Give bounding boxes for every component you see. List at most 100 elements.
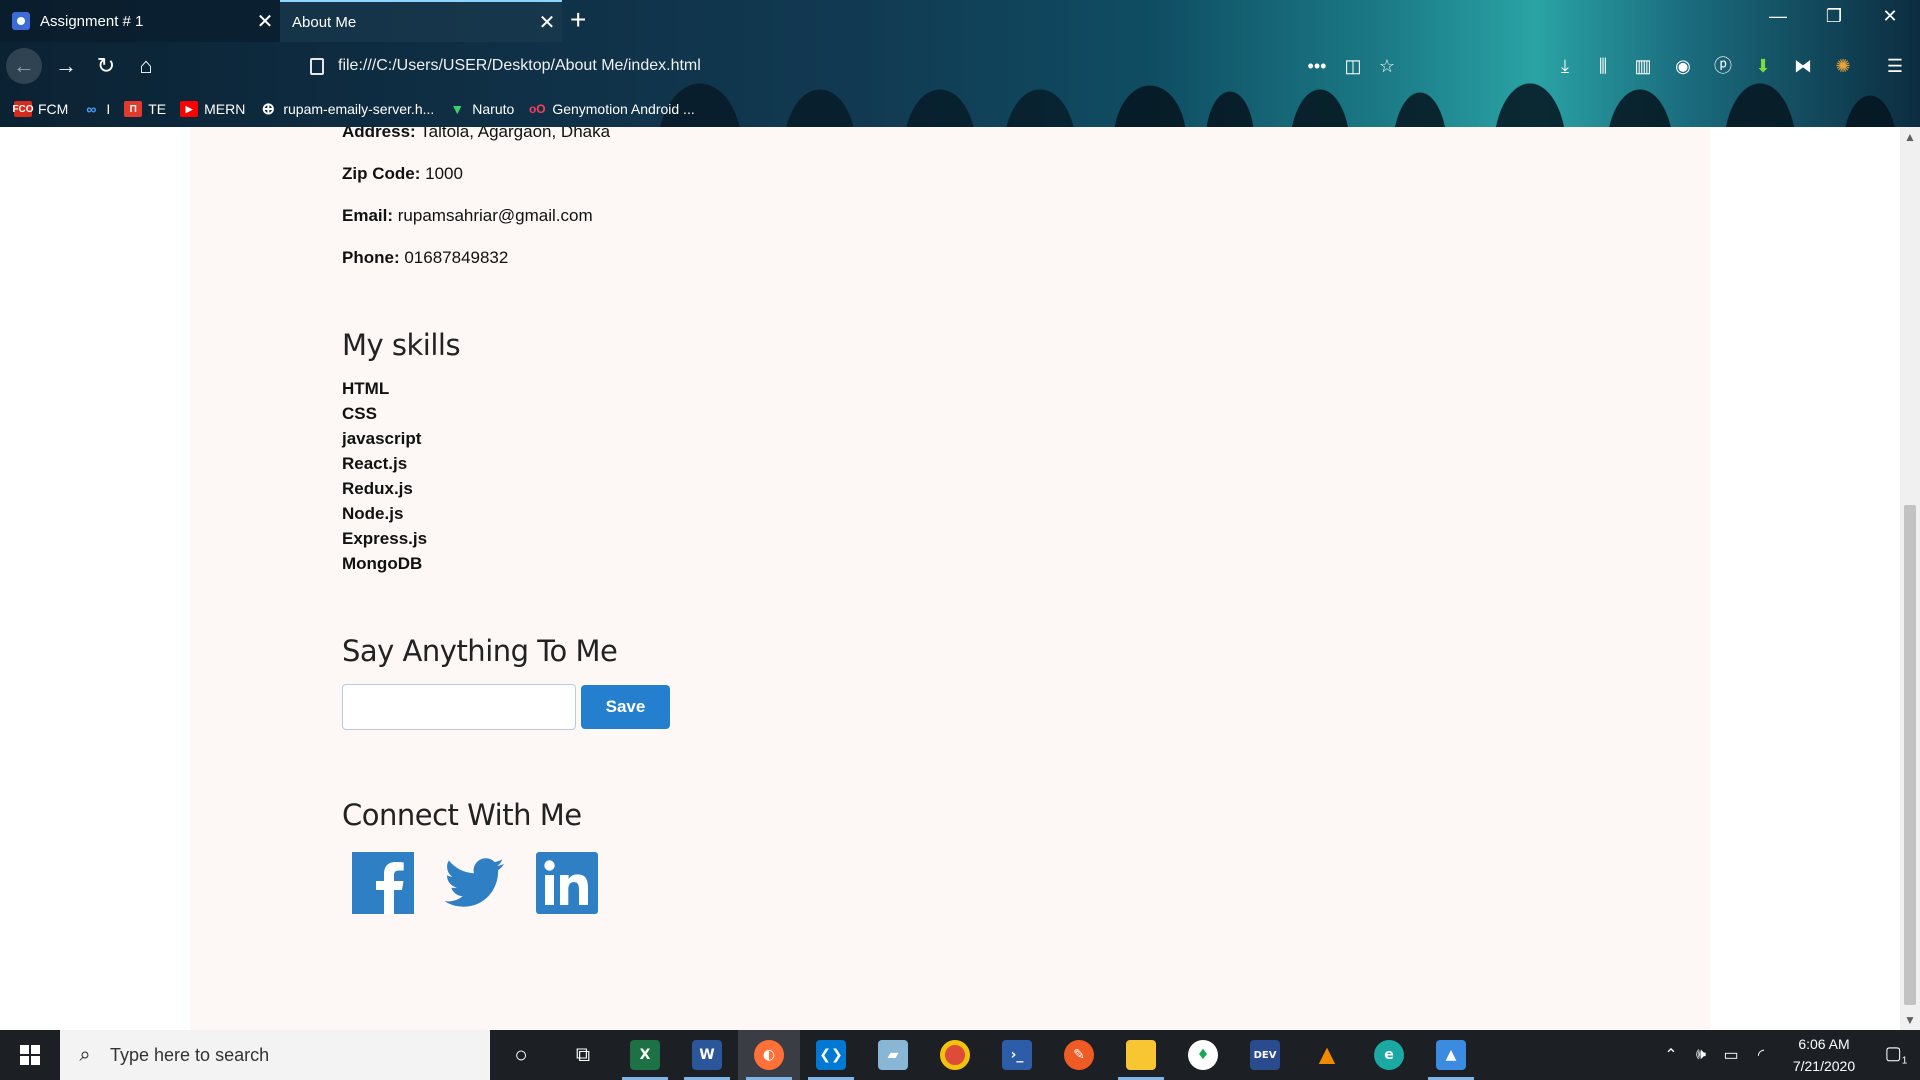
start-button[interactable] — [0, 1030, 60, 1080]
tab-favicon-icon — [12, 12, 30, 30]
skill-item: javascript — [342, 429, 422, 448]
powershell-app[interactable]: ›_ — [986, 1030, 1048, 1080]
facebook-icon[interactable] — [352, 852, 414, 914]
pinterest-icon[interactable]: ⓟ — [1708, 52, 1738, 80]
more-actions-icon[interactable]: ••• — [1302, 52, 1332, 80]
sidebar-icon[interactable]: ▥ — [1628, 52, 1658, 80]
mongodb-app[interactable]: ♦ — [1172, 1030, 1234, 1080]
vlc-icon: ▲ — [1313, 1039, 1341, 1070]
minimize-icon[interactable]: — — [1758, 6, 1798, 27]
page-content: Address: Taltola, Agargaon, Dhaka Zip Co… — [342, 127, 1242, 914]
twitter-icon[interactable] — [444, 852, 506, 914]
battery-icon[interactable]: ▭ — [1716, 1045, 1746, 1065]
tab-close-icon[interactable]: ✕ — [250, 9, 280, 34]
photos-icon: ▲ — [1436, 1040, 1466, 1070]
skills-heading: My skills — [342, 328, 461, 362]
edge-app[interactable]: e — [1358, 1030, 1420, 1080]
forward-icon[interactable]: → — [48, 48, 84, 84]
youtube-icon: ▶ — [180, 101, 199, 117]
genymotion-icon: oO — [528, 102, 546, 116]
task-view-button[interactable]: ⧉ — [552, 1030, 614, 1080]
skill-item: React.js — [342, 454, 408, 473]
phone-label: Phone: — [342, 248, 400, 267]
bookmark-genymotion[interactable]: oO Genymotion Android ... — [528, 101, 695, 117]
page-scrollbar[interactable]: ▲ ▼ — [1900, 127, 1920, 1030]
powershell-icon: ›_ — [1002, 1040, 1032, 1070]
scroll-up-icon[interactable]: ▲ — [1900, 127, 1920, 147]
bookmark-rupam-emaily[interactable]: ⊕ rupam-emaily-server.h... — [259, 101, 435, 118]
bookmark-label: Naruto — [472, 101, 515, 117]
tab-about-me[interactable]: About Me ✕ — [280, 0, 562, 42]
vlc-app[interactable]: ▲ — [1296, 1030, 1358, 1080]
extension-color-icon[interactable]: ✺ — [1828, 52, 1858, 80]
postman-app[interactable]: ✎ — [1048, 1030, 1110, 1080]
bookmark-naruto[interactable]: ▼ Naruto — [448, 101, 514, 117]
chrome-app[interactable] — [924, 1030, 986, 1080]
word-app[interactable]: W — [676, 1030, 738, 1080]
firefox-app[interactable]: ◐ — [738, 1030, 800, 1080]
tab-title: About Me — [292, 13, 357, 31]
cortana-button[interactable]: ○ — [490, 1030, 552, 1080]
file-explorer-app[interactable] — [1110, 1030, 1172, 1080]
bookmark-star-icon[interactable]: ☆ — [1372, 52, 1402, 80]
bookmark-label: TE — [148, 101, 167, 117]
phone-value: 01687849832 — [404, 248, 509, 267]
save-button[interactable]: Save — [581, 685, 670, 729]
linkedin-icon[interactable] — [536, 852, 598, 914]
skill-item: Express.js — [342, 529, 428, 548]
bookmark-label: MERN — [204, 101, 246, 117]
new-tab-icon[interactable]: + — [570, 4, 586, 36]
account-icon[interactable]: ◉ — [1668, 52, 1698, 80]
email-line: Email: rupamsahriar@gmail.com — [342, 203, 1242, 228]
home-icon[interactable]: ⌂ — [128, 48, 164, 84]
library-icon[interactable]: ⫼ — [1588, 52, 1618, 80]
mongodb-icon: ♦ — [1188, 1040, 1218, 1070]
clock[interactable]: 6:06 AM 7/21/2020 — [1776, 1033, 1872, 1077]
notepad-icon: ▰ — [878, 1040, 908, 1070]
extension-download-icon[interactable]: ⬇ — [1748, 52, 1778, 80]
extension-media-icon[interactable]: ⧓ — [1788, 52, 1818, 80]
excel-app[interactable]: X — [614, 1030, 676, 1080]
tv-icon: ▼ — [450, 101, 465, 117]
pocket-icon[interactable]: ◫ — [1338, 52, 1368, 80]
download-icon[interactable]: ⤓ — [1550, 52, 1580, 80]
devtools-app[interactable]: DEV — [1234, 1030, 1296, 1080]
edge-icon: e — [1374, 1040, 1404, 1070]
volume-icon[interactable]: 🕪 — [1686, 1046, 1716, 1064]
notification-center-icon[interactable]: ▢1 — [1872, 1043, 1920, 1067]
message-input[interactable] — [342, 684, 576, 730]
restore-icon[interactable]: ❐ — [1814, 6, 1854, 27]
bookmark-fcm[interactable]: FCO FCM — [12, 101, 68, 117]
skill-item: HTML — [342, 379, 390, 398]
cortana-icon: ○ — [514, 1042, 528, 1067]
word-icon: W — [692, 1040, 722, 1070]
taskbar-search[interactable]: ⌕ Type here to search — [60, 1030, 490, 1080]
system-tray: ⌃ 🕪 ▭ ◜ 6:06 AM 7/21/2020 ▢1 — [1656, 1030, 1920, 1080]
notepad-app[interactable]: ▰ — [862, 1030, 924, 1080]
wifi-icon[interactable]: ◜ — [1746, 1045, 1776, 1065]
scroll-down-icon[interactable]: ▼ — [1900, 1010, 1920, 1030]
close-window-icon[interactable]: ✕ — [1870, 6, 1910, 27]
chevron-up-icon[interactable]: ⌃ — [1656, 1045, 1686, 1065]
vscode-icon: ❮❯ — [816, 1040, 846, 1070]
skill-item: Node.js — [342, 504, 404, 523]
page-viewport: Address: Taltola, Agargaon, Dhaka Zip Co… — [0, 127, 1900, 1030]
dev-icon: DEV — [1250, 1040, 1280, 1070]
scrollbar-thumb[interactable] — [1904, 505, 1916, 1005]
vscode-app[interactable]: ❮❯ — [800, 1030, 862, 1080]
zip-label: Zip Code: — [342, 164, 421, 183]
excel-icon: X — [630, 1040, 660, 1070]
bookmark-te[interactable]: Π TE — [124, 101, 166, 117]
tab-close-icon[interactable]: ✕ — [532, 10, 562, 35]
task-view-icon: ⧉ — [575, 1043, 591, 1066]
bookmark-i[interactable]: ∞ I — [82, 101, 110, 117]
notification-count: 1 — [1901, 1055, 1908, 1067]
address-bar[interactable]: file:///C:/Users/USER/Desktop/About Me/i… — [310, 50, 1310, 82]
address-line: Address: Taltola, Agargaon, Dhaka — [342, 127, 1242, 144]
tab-assignment[interactable]: Assignment # 1 ✕ — [0, 0, 280, 42]
reload-icon[interactable]: ↻ — [88, 48, 124, 84]
back-icon[interactable]: ← — [6, 48, 42, 84]
bookmark-mern[interactable]: ▶ MERN — [180, 101, 245, 117]
menu-icon[interactable]: ☰ — [1880, 52, 1910, 80]
photos-app[interactable]: ▲ — [1420, 1030, 1482, 1080]
